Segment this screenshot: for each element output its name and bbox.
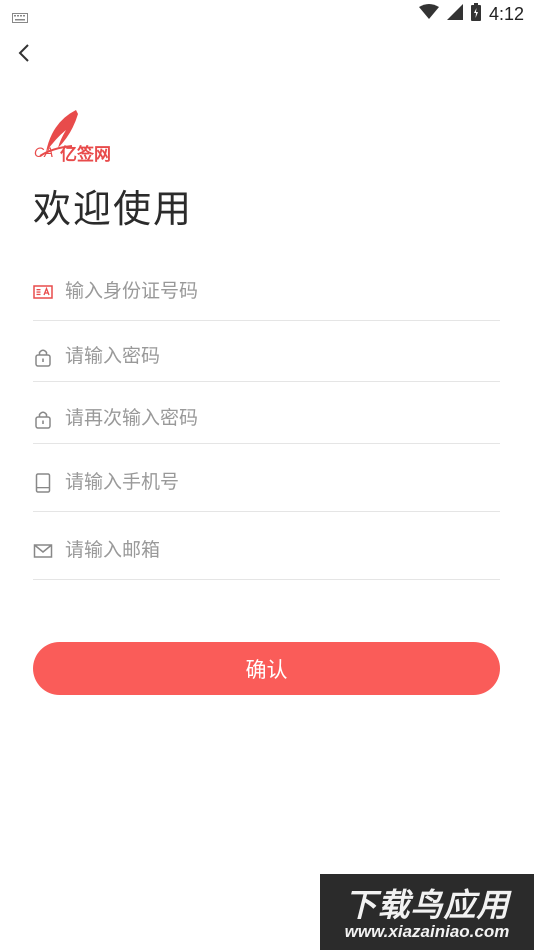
lock-icon [33, 409, 53, 429]
phone-field [33, 460, 500, 512]
page-title: 欢迎使用 [33, 187, 194, 231]
id-number-field [33, 270, 500, 321]
chevron-left-icon [18, 44, 29, 62]
watermark: 下载鸟应用 www.xiazainiao.com [320, 874, 534, 950]
id-card-icon [33, 282, 53, 302]
status-bar: 4:12 [0, 0, 534, 28]
phone-icon [33, 473, 53, 493]
password-field [33, 335, 500, 382]
confirm-password-input[interactable] [65, 407, 485, 429]
id-number-input[interactable] [65, 280, 485, 302]
email-field [33, 528, 500, 580]
lock-icon [33, 347, 53, 367]
phone-input[interactable] [65, 471, 485, 493]
password-input[interactable] [65, 345, 485, 367]
keyboard-icon [12, 8, 28, 27]
watermark-title: 下载鸟应用 [344, 886, 510, 924]
wifi-icon [418, 4, 439, 24]
back-button[interactable] [12, 40, 40, 68]
watermark-url: www.xiazainiao.com [344, 922, 510, 941]
signal-icon [446, 4, 463, 24]
logo-prefix: CA [34, 144, 54, 160]
mail-icon [33, 541, 53, 561]
status-time: 4:12 [488, 3, 524, 24]
confirm-password-field [33, 397, 500, 444]
email-input[interactable] [65, 539, 485, 561]
battery-icon [470, 3, 481, 25]
logo-name: 亿签网 [60, 145, 111, 164]
confirm-button[interactable]: 确认 [33, 642, 500, 695]
